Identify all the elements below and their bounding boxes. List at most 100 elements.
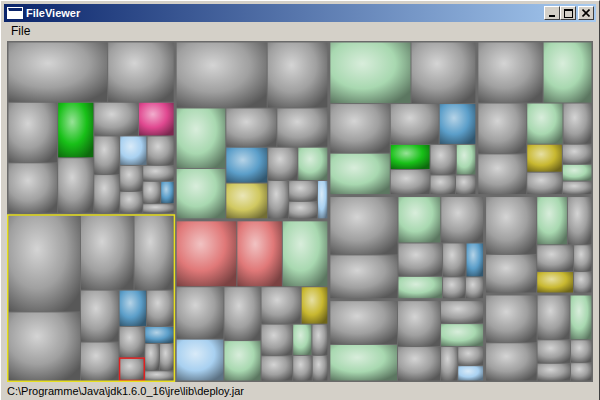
file-cell[interactable] [330,197,397,254]
file-cell[interactable] [441,301,483,323]
file-cell[interactable] [268,148,297,180]
file-cell[interactable] [411,43,475,104]
file-cell[interactable] [568,197,592,244]
file-cell[interactable] [177,108,226,167]
folder-block[interactable] [9,43,174,213]
file-cell[interactable] [289,202,317,218]
file-cell[interactable] [486,197,536,254]
file-cell[interactable] [160,344,174,370]
file-cell[interactable] [81,216,134,290]
file-cell[interactable] [431,145,456,175]
file-cell[interactable] [161,182,173,203]
file-cell[interactable] [571,340,591,362]
file-cell[interactable] [478,43,542,103]
file-cell[interactable] [398,197,440,242]
file-cell[interactable] [145,327,173,343]
close-button[interactable] [578,6,594,20]
file-cell[interactable] [563,182,592,194]
file-cell[interactable] [177,169,226,218]
file-cell[interactable] [398,243,442,275]
file-cell[interactable] [120,291,147,326]
file-cell[interactable] [330,154,389,194]
file-cell[interactable] [145,344,159,370]
file-cell[interactable] [563,165,592,181]
folder-block[interactable] [177,43,328,219]
file-cell[interactable] [527,173,562,194]
file-cell[interactable] [398,347,440,380]
file-cell[interactable] [398,277,442,298]
file-cell[interactable] [486,255,536,293]
file-cell[interactable] [9,103,58,163]
file-cell[interactable] [563,145,592,164]
file-cell[interactable] [289,181,317,201]
file-cell[interactable] [538,364,570,381]
file-cell[interactable] [443,243,465,276]
file-cell[interactable] [538,340,570,363]
file-cell[interactable] [391,145,430,169]
title-bar[interactable]: FileViewer [4,4,596,22]
file-cell[interactable] [537,272,573,292]
file-cell[interactable] [224,287,260,340]
file-cell[interactable] [398,301,440,346]
file-cell[interactable] [527,145,562,172]
file-cell[interactable] [139,103,174,136]
file-cell[interactable] [268,181,288,218]
file-cell[interactable] [544,43,592,103]
file-cell[interactable] [177,221,237,286]
file-cell[interactable] [135,216,174,290]
file-cell[interactable] [431,175,455,194]
file-cell[interactable] [478,154,526,194]
folder-block[interactable] [478,43,591,195]
file-cell[interactable] [564,104,592,144]
minimize-button[interactable] [544,6,560,20]
file-cell[interactable] [457,145,476,175]
file-cell[interactable] [143,204,173,213]
file-cell[interactable] [262,287,301,323]
file-cell[interactable] [268,43,328,108]
file-cell[interactable] [571,363,591,380]
file-cell[interactable] [312,325,327,355]
file-cell[interactable] [9,43,108,102]
file-cell[interactable] [458,366,483,380]
file-cell[interactable] [177,43,267,108]
file-cell[interactable] [177,340,224,381]
maximize-button[interactable] [560,6,576,20]
file-cell[interactable] [9,312,81,380]
file-cell[interactable] [81,291,119,342]
file-cell[interactable] [94,136,119,174]
file-cell[interactable] [9,216,81,312]
file-cell[interactable] [441,347,457,380]
file-cell[interactable] [574,245,591,271]
file-cell[interactable] [177,287,224,338]
file-cell[interactable] [120,358,145,380]
file-cell[interactable] [538,295,570,339]
folder-block[interactable] [330,301,483,380]
file-cell[interactable] [330,255,397,298]
file-cell[interactable] [440,104,476,144]
file-cell[interactable] [143,166,173,181]
file-cell[interactable] [330,43,410,104]
file-cell[interactable] [313,356,328,381]
file-cell[interactable] [81,343,119,381]
file-cell[interactable] [262,325,293,356]
file-cell[interactable] [391,170,430,194]
folder-block[interactable] [330,197,483,298]
file-cell[interactable] [9,163,58,212]
folder-block[interactable] [486,295,591,380]
file-cell[interactable] [143,182,160,203]
folder-block[interactable] [330,43,475,195]
file-cell[interactable] [443,277,465,298]
file-cell[interactable] [293,356,312,381]
file-cell[interactable] [224,341,260,380]
file-cell[interactable] [391,104,439,144]
file-cell[interactable] [527,104,562,144]
file-cell[interactable] [486,343,536,380]
file-cell[interactable] [537,245,573,271]
file-cell[interactable] [94,103,138,136]
file-cell[interactable] [330,345,397,381]
file-cell[interactable] [458,347,483,365]
folder-block[interactable] [486,197,591,292]
file-cell[interactable] [237,221,282,286]
file-cell[interactable] [120,192,142,213]
file-cell[interactable] [262,356,293,380]
